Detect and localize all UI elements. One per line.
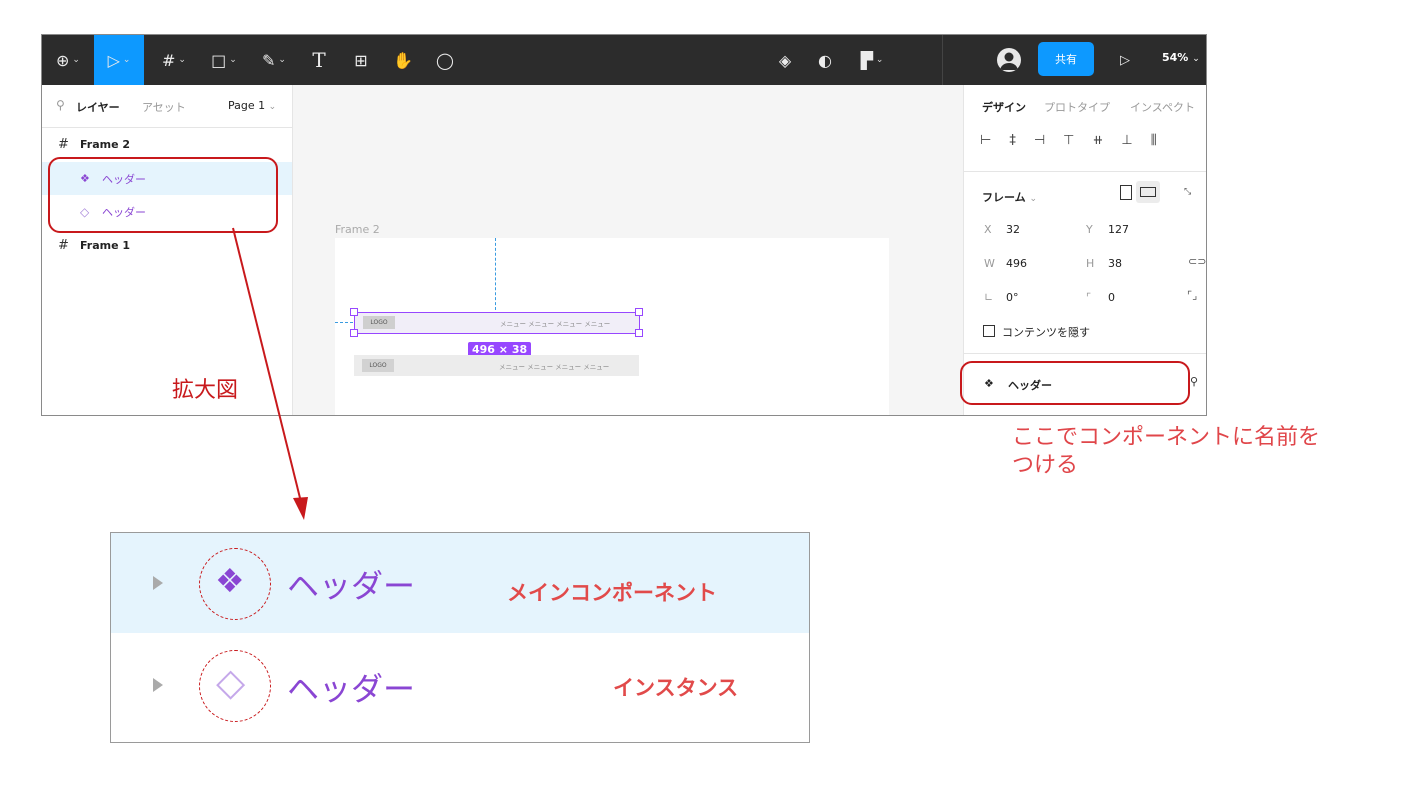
- instance-label: インスタンス: [613, 676, 739, 700]
- main-component-label: メインコンポーネント: [507, 581, 717, 605]
- zoom-row-instance: ◇ ヘッダー インスタンス: [111, 634, 809, 734]
- instance-icon: ◇: [216, 660, 246, 704]
- main-component-icon: ❖: [215, 561, 245, 600]
- zoomed-layers-view: ❖ ヘッダー メインコンポーネント ◇ ヘッダー インスタンス: [110, 532, 810, 743]
- zoom-layer-name: ヘッダー: [287, 670, 416, 708]
- zoom-layer-name: ヘッダー: [287, 567, 416, 605]
- expand-triangle-icon: [153, 576, 163, 590]
- expand-triangle-icon: [153, 678, 163, 692]
- zoom-row-main-component: ❖ ヘッダー メインコンポーネント: [111, 533, 809, 633]
